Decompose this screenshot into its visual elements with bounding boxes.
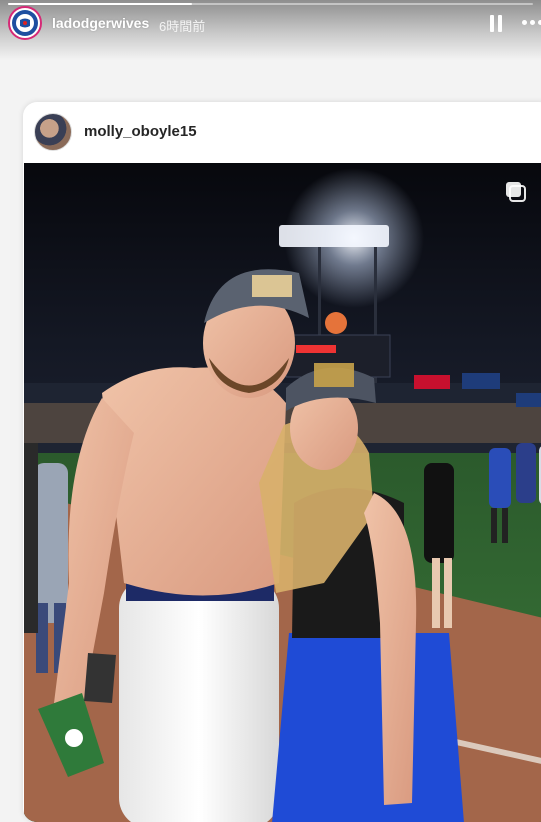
story-avatar[interactable] xyxy=(8,6,42,40)
story-username[interactable]: ladodgerwives xyxy=(52,15,149,31)
story-timestamp: 6時間前 xyxy=(159,19,206,34)
shared-post-card[interactable]: molly_oboyle15 xyxy=(23,102,541,822)
stadium-photo-illustration xyxy=(24,163,541,822)
story-progress-bar xyxy=(8,3,533,5)
carousel-icon xyxy=(505,181,527,203)
post-photo[interactable] xyxy=(24,163,541,822)
story-progress-fill xyxy=(8,3,192,5)
pause-icon[interactable] xyxy=(489,15,503,32)
post-author-avatar[interactable] xyxy=(34,113,72,151)
dodgers-logo-icon xyxy=(12,10,38,36)
more-options-icon[interactable] xyxy=(522,20,541,26)
story-header: ladodgerwives 6時間前 xyxy=(0,0,541,60)
post-author-username[interactable]: molly_oboyle15 xyxy=(84,123,197,140)
